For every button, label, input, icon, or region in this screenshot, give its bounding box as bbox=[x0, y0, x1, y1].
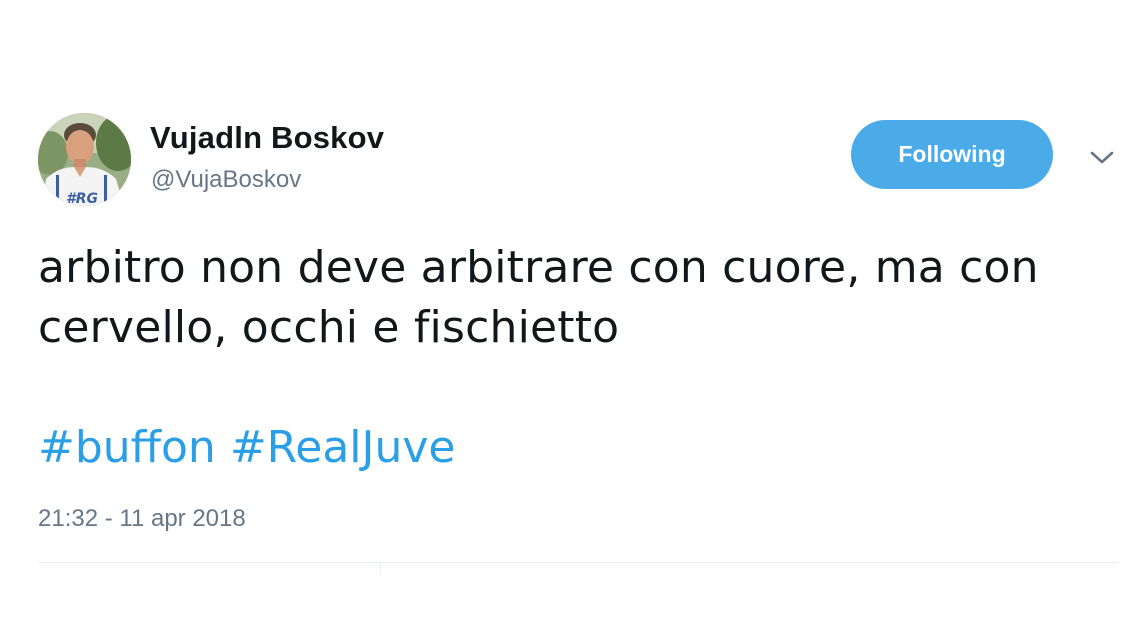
tweet-timestamp[interactable]: 21:32 - 11 apr 2018 bbox=[38, 505, 246, 533]
author-handle[interactable]: @VujaBoskov bbox=[151, 166, 301, 194]
tweet-card: #RG Vujadln Boskov @VujaBoskov Following… bbox=[0, 0, 1146, 637]
chevron-down-icon[interactable] bbox=[1086, 144, 1118, 172]
tweet-text: arbitro non deve arbitrare con cuore, ma… bbox=[38, 238, 1118, 358]
tweet-text-line: cervello, occhi e fischietto bbox=[38, 302, 620, 353]
profile-photo-icon[interactable]: #RG bbox=[38, 113, 131, 206]
tweet-text-line: arbitro non deve arbitrare con cuore, ma… bbox=[38, 242, 1039, 293]
hashtag-row: #buffon #RealJuve bbox=[38, 418, 456, 478]
author-display-name[interactable]: Vujadln Boskov bbox=[150, 120, 384, 156]
hashtag-buffon[interactable]: #buffon bbox=[38, 422, 216, 473]
following-button[interactable]: Following bbox=[851, 120, 1053, 189]
avatar-shirt-text: #RG bbox=[66, 191, 98, 206]
divider-tick bbox=[380, 562, 381, 574]
avatar-image: #RG bbox=[38, 113, 131, 206]
hashtag-realjuve[interactable]: #RealJuve bbox=[230, 422, 456, 473]
divider bbox=[38, 562, 1118, 563]
